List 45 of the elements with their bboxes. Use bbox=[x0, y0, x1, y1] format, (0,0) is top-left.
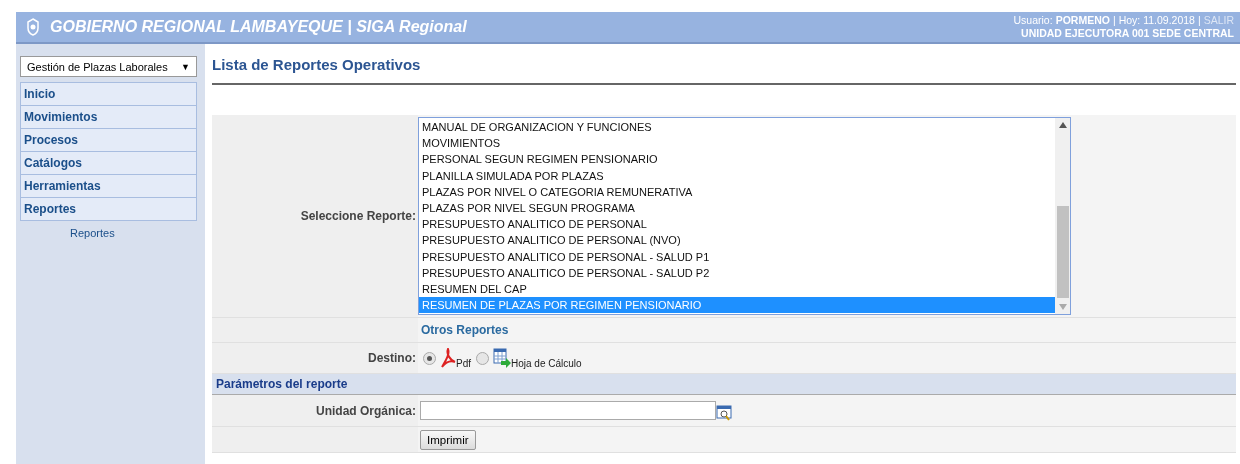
field-label: Seleccione Reporte: bbox=[212, 115, 418, 318]
unit-name: UNIDAD EJECUTORA 001 SEDE CENTRAL bbox=[1021, 27, 1234, 40]
list-option[interactable]: MANUAL DE ORGANIZACION Y FUNCIONES bbox=[419, 119, 1055, 136]
list-option[interactable]: PRESUPUESTO ANALITICO DE PERSONAL - SALUD P1 bbox=[419, 248, 1055, 265]
print-button[interactable]: Imprimir bbox=[420, 429, 476, 450]
other-reports-link[interactable]: Otros Reportes bbox=[418, 323, 509, 337]
app-title: GOBIERNO REGIONAL LAMBAYEQUE | SIGA Regional bbox=[50, 18, 468, 36]
list-option[interactable]: PERSONAL SEGUN REGIMEN PENSIONARIO bbox=[419, 151, 1055, 168]
menu-item[interactable]: Inicio bbox=[20, 82, 197, 106]
list-option[interactable]: PLAZAS POR NIVEL SEGUN PROGRAMA bbox=[419, 199, 1055, 217]
user-name: PORMENO bbox=[1055, 14, 1110, 27]
scrollbar[interactable] bbox=[1055, 118, 1070, 314]
scroll-up-icon[interactable] bbox=[1058, 122, 1067, 128]
pdf-icon bbox=[440, 348, 456, 368]
list-option[interactable]: PLANILLA SIMULADA POR PLAZAS bbox=[419, 167, 1055, 184]
field-label: Destino: bbox=[212, 343, 418, 374]
current-date: Hoy: 11.09.2018 bbox=[1118, 14, 1195, 27]
spreadsheet-icon bbox=[493, 348, 511, 368]
menu-item[interactable]: Reportes bbox=[20, 197, 197, 221]
list-option[interactable]: PRESUPUESTO ANALITICO DE PERSONAL (NVO) bbox=[419, 232, 1055, 249]
list-option[interactable]: PRESUPUESTO ANALITICO DE PERSONAL - SALUD P2 bbox=[419, 264, 1055, 281]
list-option[interactable]: PLAZAS POR NIVEL O CATEGORIA REMUNERATIVA bbox=[419, 183, 1055, 200]
crest-icon bbox=[26, 18, 40, 36]
search-icon[interactable] bbox=[716, 404, 732, 421]
radio-button[interactable] bbox=[423, 351, 436, 365]
list-option[interactable]: MOVIMIENTOS bbox=[419, 135, 1055, 152]
module-select[interactable]: Gestión de Plazas Laborales ▼ bbox=[20, 56, 197, 77]
unit-input[interactable] bbox=[420, 401, 716, 420]
menu-item[interactable]: Catálogos bbox=[20, 151, 197, 175]
report-listbox[interactable] bbox=[418, 117, 1071, 315]
separator: | bbox=[1112, 14, 1116, 27]
menu-item[interactable]: Procesos bbox=[20, 128, 197, 152]
user-label: Usuario: bbox=[1013, 14, 1053, 27]
section-heading: Parámetros del reporte bbox=[212, 374, 1236, 395]
submenu-item[interactable]: Reportes bbox=[20, 221, 197, 239]
list-option[interactable]: RESUMEN DEL CAP bbox=[419, 280, 1055, 298]
field-label: Unidad Orgánica: bbox=[212, 395, 418, 427]
separator: | bbox=[1197, 14, 1201, 27]
radio-button[interactable] bbox=[476, 351, 489, 365]
list-option[interactable]: PRESUPUESTO ANALITICO DE PERSONAL bbox=[419, 216, 1055, 233]
page-title: Lista de Reportes Operativos bbox=[212, 56, 1236, 85]
option-label: Pdf bbox=[456, 357, 471, 369]
menu-item[interactable]: Herramientas bbox=[20, 174, 197, 198]
option-label: Hoja de Cálculo bbox=[511, 357, 582, 369]
menu-item[interactable]: Movimientos bbox=[20, 105, 197, 129]
